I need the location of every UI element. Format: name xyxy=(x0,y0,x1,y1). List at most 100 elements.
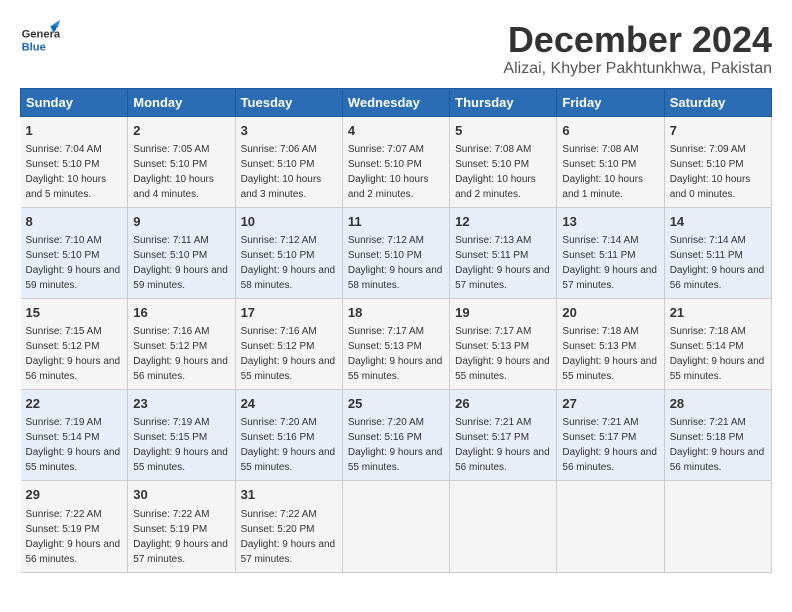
day-info: Sunrise: 7:04 AM Sunset: 5:10 PM Dayligh… xyxy=(26,144,107,200)
calendar-cell: 19 Sunrise: 7:17 AM Sunset: 5:13 PM Dayli… xyxy=(450,298,557,389)
day-info: Sunrise: 7:21 AM Sunset: 5:18 PM Dayligh… xyxy=(670,417,765,473)
calendar-cell: 7 Sunrise: 7:09 AM Sunset: 5:10 PM Daylig… xyxy=(664,116,771,207)
day-info: Sunrise: 7:05 AM Sunset: 5:10 PM Dayligh… xyxy=(133,144,214,200)
day-number: 16 xyxy=(133,304,229,322)
day-number: 5 xyxy=(455,122,551,140)
calendar-cell xyxy=(557,481,664,572)
day-number: 12 xyxy=(455,213,551,231)
day-info: Sunrise: 7:07 AM Sunset: 5:10 PM Dayligh… xyxy=(348,144,429,200)
day-info: Sunrise: 7:18 AM Sunset: 5:13 PM Dayligh… xyxy=(562,326,657,382)
calendar-cell: 15Sunrise: 7:15 AM Sunset: 5:12 PM Dayli… xyxy=(21,298,128,389)
calendar-week-3: 15Sunrise: 7:15 AM Sunset: 5:12 PM Dayli… xyxy=(21,298,772,389)
calendar-header: SundayMondayTuesdayWednesdayThursdayFrid… xyxy=(21,88,772,116)
day-number: 26 xyxy=(455,395,551,413)
weekday-row: SundayMondayTuesdayWednesdayThursdayFrid… xyxy=(21,88,772,116)
calendar-body: 1 Sunrise: 7:04 AM Sunset: 5:10 PM Daylig… xyxy=(21,116,772,572)
day-number: 25 xyxy=(348,395,444,413)
calendar-cell: 18Sunrise: 7:17 AM Sunset: 5:13 PM Dayli… xyxy=(342,298,449,389)
day-info: Sunrise: 7:08 AM Sunset: 5:10 PM Dayligh… xyxy=(455,144,536,200)
weekday-header-saturday: Saturday xyxy=(664,88,771,116)
logo: General Blue xyxy=(20,20,60,65)
calendar-cell: 9Sunrise: 7:11 AM Sunset: 5:10 PM Daylig… xyxy=(128,207,235,298)
calendar-cell: 14 Sunrise: 7:14 AM Sunset: 5:11 PM Dayli… xyxy=(664,207,771,298)
calendar-cell: 10 Sunrise: 7:12 AM Sunset: 5:10 PM Dayli… xyxy=(235,207,342,298)
weekday-header-wednesday: Wednesday xyxy=(342,88,449,116)
day-number: 11 xyxy=(348,213,444,231)
day-info: Sunrise: 7:19 AM Sunset: 5:14 PM Dayligh… xyxy=(26,417,121,473)
calendar-cell: 27 Sunrise: 7:21 AM Sunset: 5:17 PM Dayli… xyxy=(557,390,664,481)
calendar-cell: 3Sunrise: 7:06 AM Sunset: 5:10 PM Daylig… xyxy=(235,116,342,207)
weekday-header-friday: Friday xyxy=(557,88,664,116)
day-number: 24 xyxy=(241,395,337,413)
day-number: 2 xyxy=(133,122,229,140)
weekday-header-tuesday: Tuesday xyxy=(235,88,342,116)
day-number: 22 xyxy=(26,395,123,413)
calendar-week-1: 1 Sunrise: 7:04 AM Sunset: 5:10 PM Daylig… xyxy=(21,116,772,207)
calendar-cell: 23 Sunrise: 7:19 AM Sunset: 5:15 PM Dayli… xyxy=(128,390,235,481)
day-number: 17 xyxy=(241,304,337,322)
day-info: Sunrise: 7:10 AM Sunset: 5:10 PM Dayligh… xyxy=(26,235,121,291)
calendar-cell: 20 Sunrise: 7:18 AM Sunset: 5:13 PM Dayli… xyxy=(557,298,664,389)
calendar-week-5: 29Sunrise: 7:22 AM Sunset: 5:19 PM Dayli… xyxy=(21,481,772,572)
day-number: 7 xyxy=(670,122,766,140)
month-title: December 2024 xyxy=(503,20,772,60)
day-number: 19 xyxy=(455,304,551,322)
calendar-cell: 1 Sunrise: 7:04 AM Sunset: 5:10 PM Daylig… xyxy=(21,116,128,207)
day-info: Sunrise: 7:22 AM Sunset: 5:19 PM Dayligh… xyxy=(133,509,228,565)
day-info: Sunrise: 7:14 AM Sunset: 5:11 PM Dayligh… xyxy=(562,235,657,291)
day-info: Sunrise: 7:12 AM Sunset: 5:10 PM Dayligh… xyxy=(348,235,443,291)
day-info: Sunrise: 7:09 AM Sunset: 5:10 PM Dayligh… xyxy=(670,144,751,200)
day-number: 21 xyxy=(670,304,766,322)
day-info: Sunrise: 7:13 AM Sunset: 5:11 PM Dayligh… xyxy=(455,235,550,291)
day-number: 10 xyxy=(241,213,337,231)
page-header: General Blue December 2024 Alizai, Khybe… xyxy=(20,20,772,78)
weekday-header-thursday: Thursday xyxy=(450,88,557,116)
day-info: Sunrise: 7:21 AM Sunset: 5:17 PM Dayligh… xyxy=(562,417,657,473)
weekday-header-sunday: Sunday xyxy=(21,88,128,116)
day-number: 30 xyxy=(133,486,229,504)
day-info: Sunrise: 7:08 AM Sunset: 5:10 PM Dayligh… xyxy=(562,144,643,200)
day-number: 28 xyxy=(670,395,766,413)
day-number: 1 xyxy=(26,122,123,140)
day-number: 13 xyxy=(562,213,658,231)
day-number: 6 xyxy=(562,122,658,140)
day-number: 8 xyxy=(26,213,123,231)
calendar-cell: 30 Sunrise: 7:22 AM Sunset: 5:19 PM Dayli… xyxy=(128,481,235,572)
day-info: Sunrise: 7:20 AM Sunset: 5:16 PM Dayligh… xyxy=(348,417,443,473)
general-blue-logo-icon: General Blue xyxy=(20,20,60,65)
calendar-cell: 8 Sunrise: 7:10 AM Sunset: 5:10 PM Daylig… xyxy=(21,207,128,298)
day-info: Sunrise: 7:19 AM Sunset: 5:15 PM Dayligh… xyxy=(133,417,228,473)
day-info: Sunrise: 7:17 AM Sunset: 5:13 PM Dayligh… xyxy=(455,326,550,382)
calendar-cell xyxy=(342,481,449,572)
day-number: 31 xyxy=(241,486,337,504)
day-number: 27 xyxy=(562,395,658,413)
day-number: 20 xyxy=(562,304,658,322)
day-number: 23 xyxy=(133,395,229,413)
day-number: 18 xyxy=(348,304,444,322)
calendar-cell: 16Sunrise: 7:16 AM Sunset: 5:12 PM Dayli… xyxy=(128,298,235,389)
calendar-cell: 2 Sunrise: 7:05 AM Sunset: 5:10 PM Daylig… xyxy=(128,116,235,207)
calendar-cell: 6 Sunrise: 7:08 AM Sunset: 5:10 PM Daylig… xyxy=(557,116,664,207)
calendar-cell xyxy=(450,481,557,572)
calendar-cell: 28 Sunrise: 7:21 AM Sunset: 5:18 PM Dayli… xyxy=(664,390,771,481)
calendar-cell: 21Sunrise: 7:18 AM Sunset: 5:14 PM Dayli… xyxy=(664,298,771,389)
calendar-cell: 13 Sunrise: 7:14 AM Sunset: 5:11 PM Dayli… xyxy=(557,207,664,298)
day-number: 14 xyxy=(670,213,766,231)
day-info: Sunrise: 7:22 AM Sunset: 5:19 PM Dayligh… xyxy=(26,509,121,565)
day-info: Sunrise: 7:14 AM Sunset: 5:11 PM Dayligh… xyxy=(670,235,765,291)
calendar-cell: 5 Sunrise: 7:08 AM Sunset: 5:10 PM Daylig… xyxy=(450,116,557,207)
day-info: Sunrise: 7:12 AM Sunset: 5:10 PM Dayligh… xyxy=(241,235,336,291)
calendar-week-2: 8 Sunrise: 7:10 AM Sunset: 5:10 PM Daylig… xyxy=(21,207,772,298)
day-info: Sunrise: 7:11 AM Sunset: 5:10 PM Dayligh… xyxy=(133,235,228,291)
calendar-table: SundayMondayTuesdayWednesdayThursdayFrid… xyxy=(20,88,772,573)
calendar-cell: 17Sunrise: 7:16 AM Sunset: 5:12 PM Dayli… xyxy=(235,298,342,389)
calendar-cell: 24 Sunrise: 7:20 AM Sunset: 5:16 PM Dayli… xyxy=(235,390,342,481)
day-number: 3 xyxy=(241,122,337,140)
day-info: Sunrise: 7:20 AM Sunset: 5:16 PM Dayligh… xyxy=(241,417,336,473)
day-number: 4 xyxy=(348,122,444,140)
calendar-cell: 25 Sunrise: 7:20 AM Sunset: 5:16 PM Dayli… xyxy=(342,390,449,481)
calendar-cell: 31Sunrise: 7:22 AM Sunset: 5:20 PM Dayli… xyxy=(235,481,342,572)
day-info: Sunrise: 7:21 AM Sunset: 5:17 PM Dayligh… xyxy=(455,417,550,473)
calendar-cell: 22 Sunrise: 7:19 AM Sunset: 5:14 PM Dayli… xyxy=(21,390,128,481)
title-block: December 2024 Alizai, Khyber Pakhtunkhwa… xyxy=(503,20,772,78)
